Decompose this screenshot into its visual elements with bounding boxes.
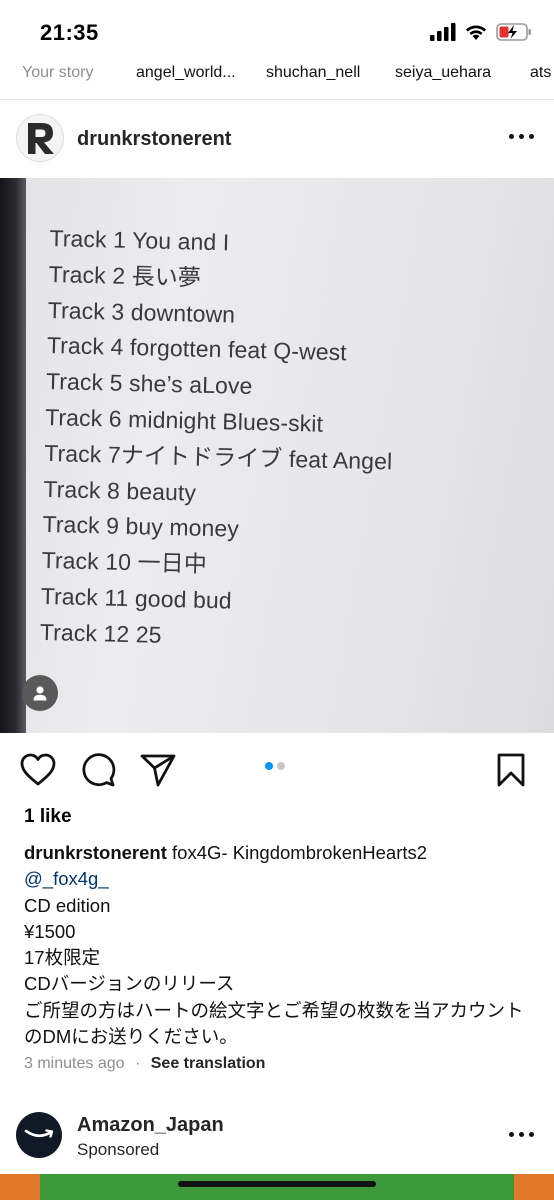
image-orange-edge: [0, 1174, 40, 1200]
post-timestamp: 3 minutes ago: [24, 1055, 125, 1072]
next-more-options-button[interactable]: [509, 1132, 534, 1137]
save-bookmark-icon[interactable]: [496, 753, 526, 787]
post-meta: 3 minutes ago · See translation: [24, 1055, 265, 1073]
status-bar: 21:35: [0, 0, 554, 62]
caption-username[interactable]: drunkrstonerent: [24, 842, 167, 863]
avatar[interactable]: [16, 114, 64, 162]
stories-row: Your story angel_world... shuchan_nell s…: [0, 62, 554, 98]
caption-line: ¥1500: [24, 920, 76, 942]
comment-icon[interactable]: [80, 753, 116, 787]
wifi-icon: [466, 25, 486, 40]
post-actions: [0, 733, 554, 805]
more-dot: [509, 134, 514, 139]
story-seiya-uehara[interactable]: seiya_uehara: [395, 64, 491, 82]
battery-charging-icon: [496, 23, 531, 41]
caption-mention-link[interactable]: @_fox4g_: [24, 866, 534, 892]
sponsor-username[interactable]: Amazon_Japan: [77, 1114, 224, 1137]
see-translation-link[interactable]: See translation: [151, 1055, 266, 1072]
carousel-dot: [277, 762, 285, 770]
amazon-avatar[interactable]: [16, 1112, 62, 1158]
more-dot: [529, 1132, 534, 1137]
post-header: drunkrstonerent: [0, 100, 554, 178]
post-photo[interactable]: Track 1 You and I Track 2 長い夢 Track 3 do…: [0, 178, 554, 733]
story-ats[interactable]: ats: [530, 64, 551, 82]
caption-line: 17枚限定: [24, 947, 101, 969]
caption-line: CDバージョンのリリース: [24, 973, 235, 995]
share-send-icon[interactable]: [140, 753, 176, 787]
sponsored-label: Sponsored: [77, 1140, 160, 1159]
avatar-logo-icon: [28, 123, 54, 154]
photo-dark-edge: [0, 178, 26, 733]
more-dot: [519, 134, 524, 139]
track-list: Track 1 You and I Track 2 長い夢 Track 3 do…: [40, 220, 398, 658]
image-orange-edge: [514, 1174, 554, 1200]
caption-title: fox4G- KingdombrokenHearts2: [166, 842, 428, 863]
tagged-users-button[interactable]: [22, 675, 58, 711]
post-caption: drunkrstonerent fox4G- KingdombrokenHear…: [24, 840, 534, 1050]
more-dot: [509, 1132, 514, 1137]
next-post-image[interactable]: [0, 1174, 554, 1200]
likes-count[interactable]: 1 like: [24, 806, 72, 828]
person-icon: [33, 686, 47, 701]
post-username[interactable]: drunkrstonerent: [77, 128, 231, 151]
like-heart-icon[interactable]: [20, 753, 56, 787]
carousel-dot-active: [265, 762, 273, 770]
story-angel-world[interactable]: angel_world...: [136, 64, 236, 82]
caption-first-line: drunkrstonerent fox4G- KingdombrokenHear…: [24, 840, 534, 866]
more-dot: [519, 1132, 524, 1137]
next-post-header: Amazon_Japan Sponsored: [0, 1102, 554, 1172]
more-options-button[interactable]: [509, 134, 534, 139]
status-time: 21:35: [40, 20, 99, 45]
story-shuchan-nell[interactable]: shuchan_nell: [266, 64, 360, 82]
amazon-smile-logo-icon: [24, 1129, 54, 1138]
more-dot: [529, 134, 534, 139]
caption-line: CD edition: [24, 894, 111, 916]
meta-separator: ·: [134, 1055, 141, 1072]
caption-line: ご所望の方はハートの絵文字とご希望の枚数を当アカウントのDMにお送りください。: [24, 999, 524, 1048]
carousel-indicator: [265, 762, 285, 770]
home-indicator[interactable]: [178, 1181, 376, 1187]
status-icons: [430, 22, 532, 42]
signal-icon: [430, 23, 456, 41]
story-your-story[interactable]: Your story: [22, 64, 93, 82]
